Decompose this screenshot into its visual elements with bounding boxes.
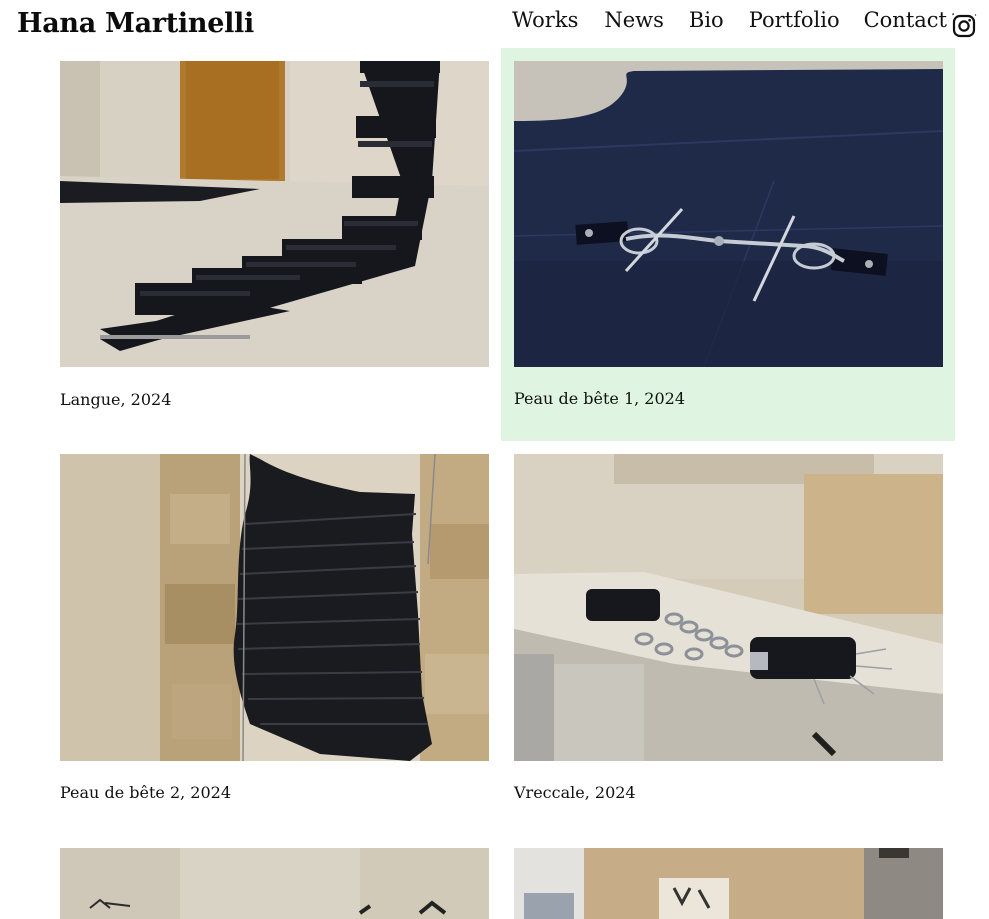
work-caption-peau-de-bete-2[interactable]: Peau de bête 2, 2024 bbox=[60, 783, 231, 802]
work-image-peau-de-bete-1[interactable] bbox=[514, 61, 943, 367]
work-card-vreccale[interactable]: Vreccale, 2024 bbox=[501, 441, 955, 834]
nav-portfolio[interactable]: Portfolio bbox=[749, 8, 840, 32]
work-caption-vreccale[interactable]: Vreccale, 2024 bbox=[514, 783, 636, 802]
work-card-6[interactable] bbox=[501, 834, 955, 919]
work-image-vreccale[interactable] bbox=[514, 454, 943, 761]
page: Hana Martinelli Works News Bio Portfolio… bbox=[0, 0, 989, 919]
nav-contact[interactable]: Contact bbox=[864, 8, 947, 32]
work-image-peau-de-bete-2[interactable] bbox=[60, 454, 489, 761]
work-card-peau-de-bete-1[interactable]: Peau de bête 1, 2024 bbox=[501, 48, 955, 441]
main-nav: Works News Bio Portfolio Contact bbox=[512, 8, 947, 32]
nav-news[interactable]: News bbox=[604, 8, 664, 32]
work-card-5[interactable] bbox=[48, 834, 501, 919]
work-card-peau-de-bete-2[interactable]: Peau de bête 2, 2024 bbox=[48, 441, 501, 834]
work-caption-langue[interactable]: Langue, 2024 bbox=[60, 390, 171, 409]
work-caption-peau-de-bete-1[interactable]: Peau de bête 1, 2024 bbox=[514, 389, 685, 408]
work-image-langue[interactable] bbox=[60, 61, 489, 367]
work-card-langue[interactable]: Langue, 2024 bbox=[48, 48, 501, 441]
nav-bio[interactable]: Bio bbox=[689, 8, 724, 32]
site-title[interactable]: Hana Martinelli bbox=[17, 8, 254, 39]
nav-works[interactable]: Works bbox=[512, 8, 578, 32]
instagram-icon[interactable] bbox=[951, 12, 977, 38]
work-image-5[interactable] bbox=[60, 848, 489, 919]
work-image-6[interactable] bbox=[514, 848, 943, 919]
